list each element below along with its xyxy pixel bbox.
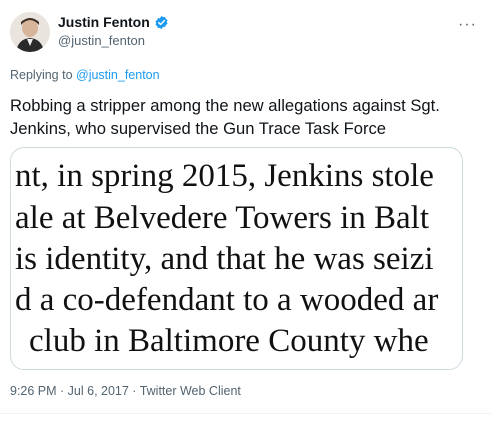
media-line-3: is identity, and that he was seizi [15, 241, 434, 277]
author-name[interactable]: Justin Fenton [58, 14, 150, 30]
media-line-5: club in Baltimore County whe [29, 323, 429, 359]
avatar[interactable] [10, 12, 50, 52]
verified-badge-icon [154, 15, 169, 30]
media-line-2: ale at Belvedere Towers in Balt [15, 200, 430, 236]
media-line-4: d a co-defendant to a wooded ar [15, 282, 439, 318]
author-name-row: Justin Fenton [58, 14, 169, 30]
tweet-text: Robbing a stripper among the new allegat… [10, 96, 440, 138]
tweet-meta[interactable]: 9:26 PM · Jul 6, 2017 · Twitter Web Clie… [10, 384, 241, 398]
author-handle[interactable]: @justin_fenton [58, 33, 145, 48]
replying-to-prefix: Replying to [10, 68, 77, 82]
replying-to-link[interactable]: @justin_fenton [76, 68, 160, 82]
replying-to: Replying to @justin_fenton [10, 68, 160, 82]
tweet-header: Justin Fenton @justin_fenton ··· [10, 10, 481, 58]
divider [0, 413, 491, 414]
media-text-crop: nt, in spring 2015, Jenkins stole ale at… [11, 148, 462, 369]
tweet-media-image[interactable]: nt, in spring 2015, Jenkins stole ale at… [10, 147, 463, 370]
media-line-1: nt, in spring 2015, Jenkins stole [15, 158, 434, 194]
more-icon[interactable]: ··· [458, 16, 477, 34]
